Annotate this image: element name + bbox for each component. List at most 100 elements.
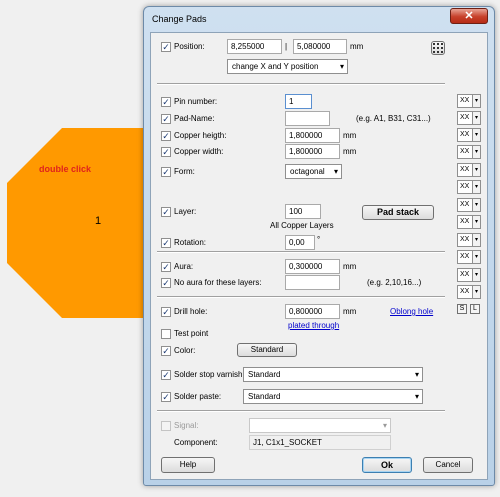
signal-checkbox [161,421,171,431]
chevron-down-icon: ▾ [339,62,344,71]
side-dropdown[interactable]: XX ▾ [457,145,481,159]
pad-name-label: Pad-Name: [174,114,215,123]
l-button[interactable]: L [470,304,480,314]
color-button[interactable]: Standard [237,343,297,357]
pad-stack-button[interactable]: Pad stack [362,205,434,220]
side-dropdown[interactable]: XX ▾ [457,94,481,108]
component-field: J1, C1x1_SOCKET [249,435,391,450]
dialog-title: Change Pads [152,14,207,24]
position-mode-select[interactable]: change X and Y position ▾ [227,59,348,74]
drill-hole-checkbox[interactable]: ✓ [161,307,171,317]
copper-width-checkbox[interactable]: ✓ [161,147,171,157]
side-dropdown[interactable]: XX ▾ [457,163,481,177]
pin-number-checkbox[interactable]: ✓ [161,97,171,107]
signal-select: ▾ [249,418,391,433]
side-dropdown[interactable]: XX ▾ [457,128,481,142]
layer-input[interactable]: 100 [285,204,321,219]
copper-width-unit: mm [343,147,357,156]
solder-paste-select[interactable]: Standard ▾ [243,389,423,404]
position-y-input[interactable]: 5,080000 [293,39,347,54]
copper-width-input[interactable]: 1,800000 [285,144,340,159]
aura-label: Aura: [174,262,194,271]
chevron-down-icon: ▾ [472,251,480,263]
pad-name-hint: (e.g. A1, B31, C31...) [356,114,431,123]
ok-button[interactable]: Ok [362,457,412,473]
layer-label: Layer: [174,207,197,216]
divider [157,296,445,298]
side-dropdown[interactable]: XX ▾ [457,250,481,264]
solder-stop-select[interactable]: Standard ▾ [243,367,423,382]
chevron-down-icon: ▾ [472,95,480,107]
solder-stop-label: Solder stop varnish: [174,370,245,379]
rotation-label: Rotation: [174,238,207,247]
rotation-input[interactable]: 0,00 [285,235,315,250]
cancel-button[interactable]: Cancel [423,457,473,473]
position-label: Position: [174,42,205,51]
test-point-checkbox[interactable] [161,329,171,339]
s-button[interactable]: S [457,304,467,314]
rotation-unit: ° [317,235,321,244]
solder-stop-checkbox[interactable]: ✓ [161,370,171,380]
side-dropdown[interactable]: XX ▾ [457,180,481,194]
chevron-down-icon: ▾ [472,286,480,298]
aura-checkbox[interactable]: ✓ [161,262,171,272]
grid-button[interactable] [431,41,445,55]
aura-unit: mm [343,262,357,271]
side-dropdown[interactable]: XX ▾ [457,198,481,212]
signal-label: Signal: [174,421,199,430]
pad-name-input[interactable] [285,111,330,126]
chevron-down-icon: ▾ [472,112,480,124]
chevron-down-icon: ▾ [382,421,387,430]
chevron-down-icon: ▾ [472,216,480,228]
side-dropdown[interactable]: XX ▾ [457,268,481,282]
chevron-down-icon: ▾ [472,129,480,141]
change-pads-dialog: Change Pads ✕ ✓ Position: 8,255000 | 5,0… [143,6,495,486]
side-dropdown[interactable]: XX ▾ [457,233,481,247]
pin-number-input[interactable]: 1 [285,94,312,109]
chevron-down-icon: ▾ [414,370,419,379]
rotation-checkbox[interactable]: ✓ [161,238,171,248]
no-aura-checkbox[interactable]: ✓ [161,278,171,288]
close-button[interactable]: ✕ [450,8,488,24]
pad-name-checkbox[interactable]: ✓ [161,114,171,124]
divider [157,83,445,85]
oblong-hole-link[interactable]: Oblong hole [390,307,433,316]
copper-height-unit: mm [343,131,357,140]
layer-description: All Copper Layers [270,221,334,230]
layer-checkbox[interactable]: ✓ [161,207,171,217]
form-label: Form: [174,167,195,176]
plated-through-link[interactable]: plated through [288,321,339,330]
component-label: Component: [174,438,218,447]
pin-number-label: Pin number: [174,97,218,106]
form-checkbox[interactable]: ✓ [161,167,171,177]
side-dropdown[interactable]: XX ▾ [457,215,481,229]
color-checkbox[interactable]: ✓ [161,346,171,356]
dialog-client: ✓ Position: 8,255000 | 5,080000 mm chang… [150,32,488,480]
chevron-down-icon: ▾ [472,199,480,211]
copper-height-checkbox[interactable]: ✓ [161,131,171,141]
side-dropdown[interactable]: XX ▾ [457,111,481,125]
chevron-down-icon: ▾ [472,269,480,281]
copper-width-label: Copper width: [174,147,224,156]
grid-icon [433,43,443,53]
chevron-down-icon: ▾ [472,164,480,176]
drill-hole-label: Drill hole: [174,307,208,316]
form-select[interactable]: octagonal ▾ [285,164,342,179]
color-label: Color: [174,346,196,355]
position-unit: mm [350,42,364,51]
chevron-down-icon: ▾ [472,146,480,158]
aura-input[interactable]: 0,300000 [285,259,340,274]
position-separator: | [285,42,288,51]
help-button[interactable]: Help [161,457,215,473]
solder-paste-checkbox[interactable]: ✓ [161,392,171,402]
drill-hole-input[interactable]: 0,800000 [285,304,340,319]
position-checkbox[interactable]: ✓ [161,42,171,52]
side-dropdown[interactable]: XX ▾ [457,285,481,299]
chevron-down-icon: ▾ [472,181,480,193]
double-click-hint: double click [39,164,92,174]
copper-height-input[interactable]: 1,800000 [285,128,340,143]
no-aura-label: No aura for these layers: [174,278,262,287]
solder-paste-label: Solder paste: [174,392,222,401]
no-aura-input[interactable] [285,275,340,290]
position-x-input[interactable]: 8,255000 [227,39,282,54]
